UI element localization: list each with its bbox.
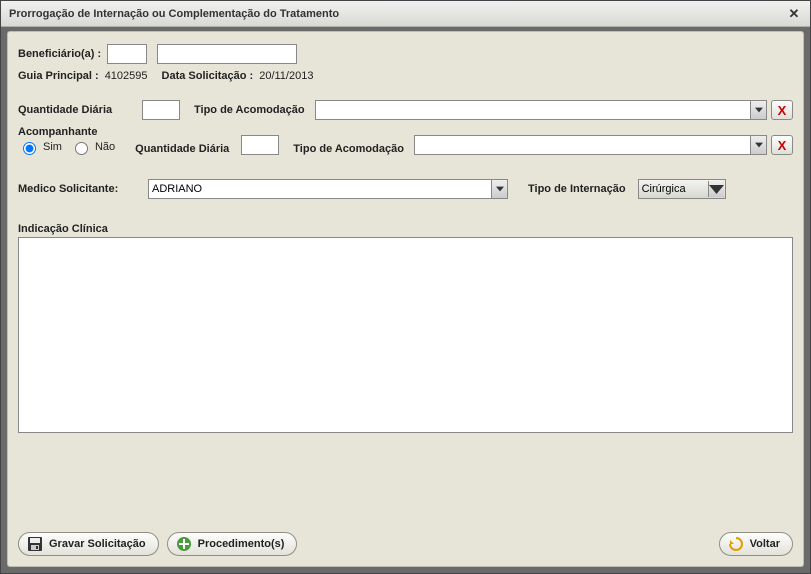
title-bar: Prorrogação de Internação ou Complementa… bbox=[1, 1, 810, 27]
data-solicitacao-value: 20/11/2013 bbox=[259, 70, 313, 82]
medico-combo[interactable] bbox=[148, 179, 508, 199]
indicacao-textarea[interactable] bbox=[18, 237, 793, 433]
tipo-acomodacao-label: Tipo de Acomodação bbox=[194, 104, 305, 116]
x-icon: X bbox=[778, 138, 787, 153]
acompanhante-group: Acompanhante Sim Não bbox=[18, 126, 121, 155]
tipo-acomodacao-combo[interactable] bbox=[315, 100, 767, 120]
voltar-button[interactable]: Voltar bbox=[719, 532, 793, 556]
save-icon bbox=[27, 536, 43, 552]
chevron-down-icon[interactable] bbox=[750, 101, 766, 119]
dialog-window: Prorrogação de Internação ou Complementa… bbox=[0, 0, 811, 574]
close-button[interactable]: ✕ bbox=[786, 6, 802, 22]
acompanhante-nao-label: Não bbox=[95, 141, 115, 153]
remove-diaria-button[interactable]: X bbox=[771, 100, 793, 120]
tipo-internacao-select[interactable]: Cirúrgica bbox=[638, 179, 726, 199]
remove-acomp-diaria-button[interactable]: X bbox=[771, 135, 793, 155]
back-icon bbox=[728, 536, 744, 552]
procedimentos-label: Procedimento(s) bbox=[198, 538, 285, 550]
qtd-diaria-label: Quantidade Diária bbox=[18, 104, 136, 116]
indicacao-label: Indicação Clínica bbox=[18, 223, 787, 235]
footer: Gravar Solicitação Procedimento(s) Volta… bbox=[18, 532, 793, 556]
acomp-tipo-acomodacao-label: Tipo de Acomodação bbox=[293, 143, 404, 155]
tipo-acomodacao-input[interactable] bbox=[315, 100, 767, 120]
procedimentos-button[interactable]: Procedimento(s) bbox=[167, 532, 298, 556]
plus-icon bbox=[176, 536, 192, 552]
dialog-body: Beneficiário(a) : Guia Principal : 41025… bbox=[7, 31, 804, 567]
acomp-qtd-diaria-label: Quantidade Diária bbox=[135, 143, 229, 155]
acompanhante-radios: Sim Não bbox=[18, 139, 121, 155]
gravar-solicitacao-button[interactable]: Gravar Solicitação bbox=[18, 532, 159, 556]
voltar-label: Voltar bbox=[750, 538, 780, 550]
beneficiario-name-input[interactable] bbox=[157, 44, 297, 64]
chevron-down-icon[interactable] bbox=[491, 180, 507, 198]
guia-label: Guia Principal : bbox=[18, 70, 99, 82]
acompanhante-sim-label: Sim bbox=[43, 141, 62, 153]
acomp-tipo-acomodacao-input[interactable] bbox=[414, 135, 767, 155]
beneficiario-code-input[interactable] bbox=[107, 44, 147, 64]
close-icon: ✕ bbox=[789, 6, 800, 22]
tipo-internacao-label: Tipo de Internação bbox=[528, 183, 626, 195]
guia-row: Guia Principal : 4102595 Data Solicitaçã… bbox=[18, 70, 793, 82]
guia-value: 4102595 bbox=[105, 70, 148, 82]
acompanhante-sim-radio[interactable] bbox=[23, 142, 36, 155]
acomp-qtd-diaria-input[interactable] bbox=[241, 135, 279, 155]
medico-input[interactable] bbox=[148, 179, 508, 199]
beneficiario-label: Beneficiário(a) : bbox=[18, 48, 101, 60]
medico-label: Medico Solicitante: bbox=[18, 183, 142, 195]
qtd-diaria-input[interactable] bbox=[142, 100, 180, 120]
medico-row: Medico Solicitante: Tipo de Internação C… bbox=[18, 179, 793, 199]
indicacao-wrap bbox=[18, 237, 793, 436]
gravar-label: Gravar Solicitação bbox=[49, 538, 146, 550]
acompanhante-label: Acompanhante bbox=[18, 126, 121, 138]
acompanhante-row: Acompanhante Sim Não Quantidade Diária T… bbox=[18, 126, 793, 155]
beneficiario-row: Beneficiário(a) : bbox=[18, 44, 793, 64]
acompanhante-nao-radio[interactable] bbox=[75, 142, 88, 155]
x-icon: X bbox=[778, 103, 787, 118]
acomp-tipo-acomodacao-combo[interactable] bbox=[414, 135, 767, 155]
indicacao-section: Indicação Clínica bbox=[18, 223, 793, 436]
diarias-row: Quantidade Diária Tipo de Acomodação X bbox=[18, 100, 793, 120]
window-title: Prorrogação de Internação ou Complementa… bbox=[9, 8, 786, 20]
chevron-down-icon[interactable] bbox=[708, 181, 724, 197]
data-solicitacao-label: Data Solicitação : bbox=[162, 70, 254, 82]
chevron-down-icon[interactable] bbox=[750, 136, 766, 154]
